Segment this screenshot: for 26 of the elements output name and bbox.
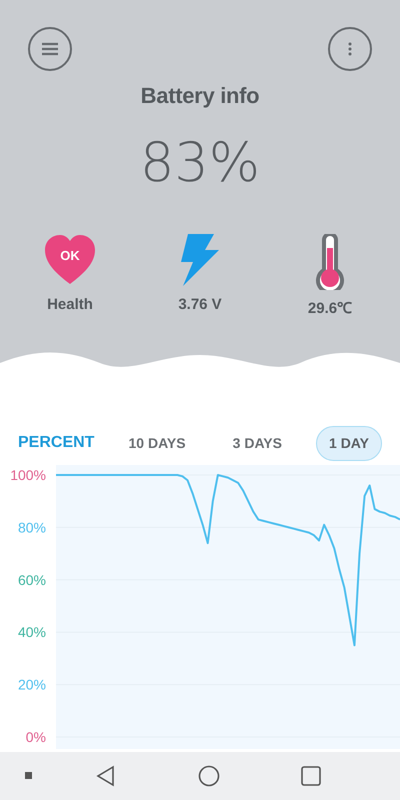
axis-tick-label: 40%: [18, 624, 46, 640]
axis-tick-label: 20%: [18, 676, 46, 693]
lightning-icon: [180, 234, 220, 286]
more-icon: [348, 42, 352, 56]
range-tab[interactable]: 3 DAYS: [220, 426, 295, 460]
axis-tick-label: 0%: [26, 729, 46, 745]
battery-percent: 83%: [138, 136, 262, 190]
health-label: Health: [47, 295, 93, 315]
page-title: Battery info: [140, 82, 260, 110]
heart-icon: [44, 234, 96, 286]
range-tab[interactable]: 10 DAYS: [116, 426, 199, 460]
menu-icon: [41, 42, 59, 56]
recents-icon[interactable]: [301, 766, 321, 786]
axis-tick-label: 100%: [10, 467, 46, 483]
more-button[interactable]: [328, 27, 372, 71]
health-status-text: OK: [60, 249, 80, 262]
home-icon[interactable]: [198, 765, 220, 787]
voltage-label: 3.76 V: [178, 295, 222, 315]
metric-label: PERCENT: [18, 433, 94, 453]
axis-tick-label: 80%: [18, 519, 46, 536]
range-tab[interactable]: 1 DAY: [316, 426, 382, 460]
temperature-label: 29.6℃: [308, 299, 352, 319]
thermometer-icon: [313, 234, 347, 290]
menu-button[interactable]: [28, 27, 72, 71]
back-icon[interactable]: [96, 765, 116, 787]
axis-tick-label: 60%: [18, 572, 46, 588]
